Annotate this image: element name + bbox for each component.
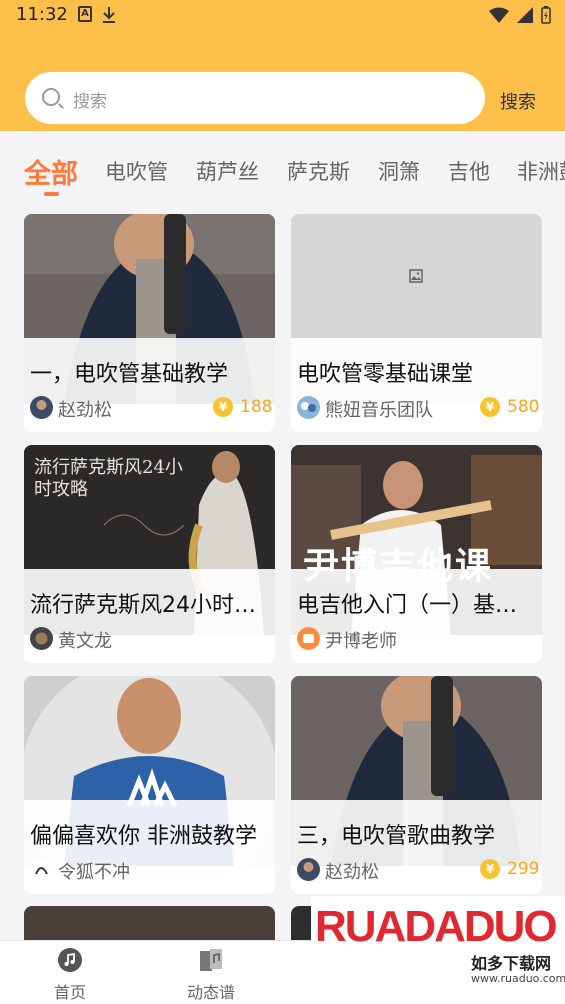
coin-icon: ¥	[480, 397, 500, 417]
signal-icon	[517, 7, 533, 23]
search-button[interactable]: 搜索	[500, 88, 536, 114]
tab-electronic-wind[interactable]: 电吹管	[105, 156, 168, 186]
app-notification-icon: A	[78, 6, 92, 22]
course-author: 尹博老师	[325, 631, 397, 652]
battery-icon	[541, 6, 551, 24]
course-card[interactable]: 流行萨克斯风24小时攻略 流行萨克斯风24小时攻略 黄文龙	[24, 445, 275, 663]
status-bar: 11:32 A	[0, 0, 565, 32]
tab-saxophone[interactable]: 萨克斯	[287, 156, 350, 186]
watermark-subtitle: 如多下载网	[471, 954, 552, 973]
course-title: 三，电吹管歌曲教学	[297, 824, 496, 849]
nav-home[interactable]: 首页	[30, 941, 110, 1004]
sheet-music-icon	[200, 949, 222, 971]
course-title: 电吹管零基础课堂	[297, 362, 474, 387]
nav-label: 首页	[53, 983, 86, 1002]
tab-indicator	[44, 192, 59, 196]
coin-icon: ¥	[480, 859, 500, 879]
status-system-icons	[489, 6, 551, 24]
wifi-icon	[489, 7, 509, 23]
course-card[interactable]: 电吹管零基础课堂 熊妞音乐团队 ¥ 580	[291, 214, 542, 432]
avatar	[297, 627, 320, 650]
avatar	[30, 858, 53, 881]
tab-guitar[interactable]: 吉他	[448, 156, 490, 186]
avatar	[297, 396, 320, 419]
course-author: 令狐不冲	[58, 862, 130, 883]
watermark-brand: RUADADUO	[315, 902, 558, 951]
nav-dynamic-score[interactable]: 动态谱	[171, 941, 251, 1004]
avatar	[30, 396, 53, 419]
watermark-logo: RUADADUO 如多下载网 www.ruaduo.com	[311, 896, 565, 1004]
search-input[interactable]: 搜索	[25, 72, 485, 124]
course-card[interactable]: 三，电吹管歌曲教学 赵劲松 ¥ 299	[291, 676, 542, 894]
watermark-url: www.ruaduo.com	[471, 972, 565, 985]
avatar	[30, 627, 53, 650]
course-author: 赵劲松	[325, 862, 379, 883]
header-bar: 11:32 A 搜索 搜索	[0, 0, 565, 131]
status-time: 11:32	[16, 4, 68, 25]
course-title: 流行萨克斯风24小时攻略	[30, 593, 268, 618]
course-price: 188	[240, 397, 273, 417]
tab-african-drum[interactable]: 非洲鼓	[517, 156, 565, 186]
tab-all[interactable]: 全部	[24, 152, 78, 191]
search-icon	[42, 88, 60, 106]
tab-dongxiao[interactable]: 洞箫	[378, 156, 420, 186]
tab-hulusi[interactable]: 葫芦丝	[196, 156, 259, 186]
course-author: 熊妞音乐团队	[325, 400, 433, 421]
image-placeholder-icon	[409, 269, 423, 283]
category-tabs: 全部 电吹管 葫芦丝 萨克斯 洞箫 吉他 非洲鼓	[0, 148, 565, 200]
search-placeholder: 搜索	[73, 92, 107, 112]
course-author: 赵劲松	[58, 400, 112, 421]
course-price: 299	[507, 859, 540, 879]
course-title: 一，电吹管基础教学	[30, 362, 229, 387]
coin-icon: ¥	[213, 397, 233, 417]
nav-label: 动态谱	[186, 983, 235, 1002]
course-card[interactable]: 一，电吹管基础教学 赵劲松 ¥ 188	[24, 214, 275, 432]
course-author: 黄文龙	[58, 631, 112, 652]
music-note-icon	[58, 948, 82, 972]
avatar	[297, 858, 320, 881]
course-card[interactable]: 尹博吉他课 电吉他入门（一）基础课 尹博老师	[291, 445, 542, 663]
course-title: 偏偏喜欢你 非洲鼓教学	[30, 824, 257, 849]
status-notifications: A	[78, 6, 116, 24]
thumbnail-caption: 流行萨克斯风24小时攻略	[34, 457, 183, 500]
download-icon	[103, 7, 115, 23]
course-price: 580	[507, 397, 540, 417]
course-title: 电吉他入门（一）基础课	[297, 593, 535, 618]
course-card[interactable]: 偏偏喜欢你 非洲鼓教学 令狐不冲	[24, 676, 275, 894]
